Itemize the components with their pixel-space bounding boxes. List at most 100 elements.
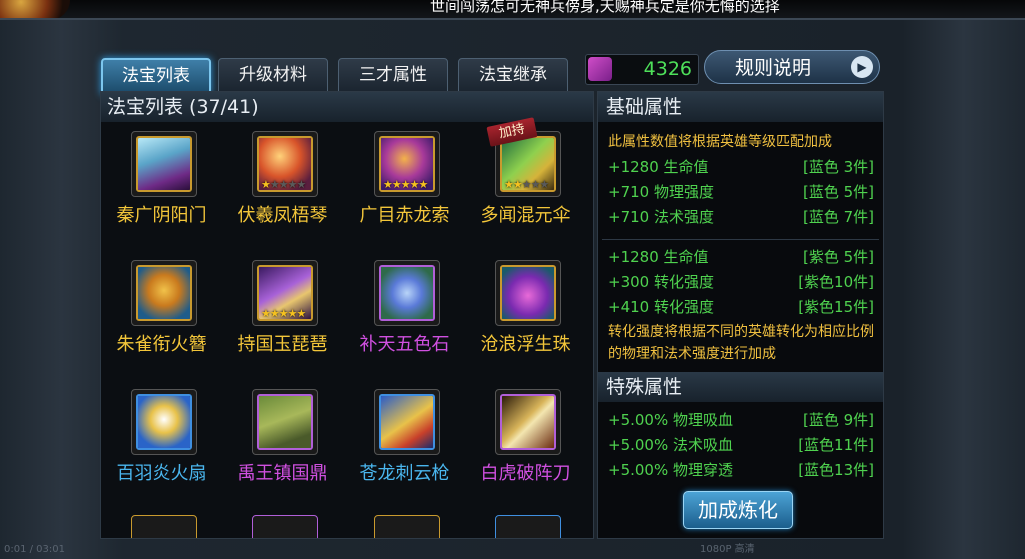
- tab-three-talents[interactable]: 三才属性: [338, 58, 448, 92]
- treasure-item[interactable]: ★★★★★ 伏羲凤梧琴: [222, 125, 343, 253]
- treasure-item[interactable]: 朱雀衔火簪: [101, 254, 222, 382]
- play-arrow-icon: ▶: [851, 56, 873, 78]
- purple-gem-icon: [588, 57, 612, 81]
- treasure-icon: [381, 267, 433, 319]
- treasure-name: 秦广阴阳门: [116, 205, 207, 226]
- treasure-frame: ★★★★★: [500, 136, 556, 192]
- currency-value: 4326: [643, 58, 692, 80]
- stat-requirement: [蓝色 5件]: [802, 183, 874, 201]
- basic-stat-row: +710 法术强度 [蓝色 7件]: [608, 205, 874, 230]
- treasure-frame: ★★★★★: [257, 265, 313, 321]
- currency-display: 4326: [585, 54, 699, 85]
- stat-requirement: [紫色10件]: [798, 273, 874, 291]
- treasure-name: 白虎破阵刀: [480, 463, 571, 484]
- treasure-slot-partial[interactable]: [374, 515, 440, 538]
- treasure-slot-partial[interactable]: [495, 515, 561, 538]
- star-icon: ★: [504, 178, 514, 191]
- star-rating: ★★★★★: [261, 178, 311, 191]
- star-icon: ★: [521, 178, 532, 191]
- treasure-slot-partial[interactable]: [131, 515, 197, 538]
- treasure-slot[interactable]: [495, 389, 561, 455]
- stat-text: +1280 生命值: [608, 248, 709, 266]
- star-icon: ★: [296, 178, 307, 191]
- stat-requirement: [蓝色 9件]: [802, 411, 874, 429]
- basic-stat-row: +1280 生命值 [蓝色 3件]: [608, 155, 874, 180]
- stat-text: +300 转化强度: [608, 273, 714, 291]
- tab-treasure-list[interactable]: 法宝列表: [101, 58, 211, 94]
- star-icon: ★: [287, 307, 298, 320]
- treasure-frame: [500, 265, 556, 321]
- scrolling-announcement: 世间闯荡怎可无神兵傍身,天赐神兵定是你无悔的选择: [430, 0, 780, 15]
- stat-requirement: [蓝色 3件]: [802, 158, 874, 176]
- star-icon: ★: [278, 178, 289, 191]
- treasure-slot[interactable]: [252, 389, 318, 455]
- rules-button[interactable]: 规则说明 ▶: [704, 50, 880, 84]
- special-attributes-title: 特殊属性: [598, 372, 883, 402]
- treasure-name: 伏羲凤梧琴: [237, 205, 328, 226]
- star-rating: ★★★★★: [504, 178, 554, 191]
- treasure-slot[interactable]: ★★★★★: [374, 131, 440, 197]
- treasure-slot-partial[interactable]: [252, 515, 318, 538]
- treasure-frame: [379, 265, 435, 321]
- stat-requirement: [紫色15件]: [798, 298, 874, 316]
- treasure-item[interactable]: ★★★★★ 加持 多闻混元伞: [465, 117, 586, 253]
- treasure-name: 持国玉琵琶: [237, 334, 328, 355]
- treasure-name: 禹王镇国鼎: [237, 463, 328, 484]
- treasure-frame: [136, 394, 192, 450]
- stat-divider: [602, 239, 879, 240]
- star-icon: ★: [278, 307, 289, 320]
- treasure-item[interactable]: 苍龙刺云枪: [344, 383, 465, 511]
- basic-attributes-note: 此属性数值将根据英雄等级匹配加成: [608, 134, 832, 150]
- conversion-note: 转化强度将根据不同的英雄转化为相应比例的物理和法术强度进行加成: [608, 324, 874, 362]
- basic-stat-row: +710 物理强度 [蓝色 5件]: [608, 180, 874, 205]
- treasure-slot[interactable]: [131, 260, 197, 326]
- stat-text: +710 法术强度: [608, 208, 714, 226]
- treasure-item[interactable]: 白虎破阵刀: [465, 383, 586, 511]
- treasure-name: 补天五色石: [359, 334, 450, 355]
- star-icon: ★: [296, 307, 307, 320]
- treasure-frame: [136, 265, 192, 321]
- treasure-item[interactable]: 禹王镇国鼎: [222, 383, 343, 511]
- treasure-item[interactable]: 沧浪浮生珠: [465, 254, 586, 382]
- tab-upgrade-materials[interactable]: 升级材料: [218, 58, 328, 92]
- stat-requirement: [蓝色13件]: [798, 461, 874, 477]
- treasure-item[interactable]: ★★★★★ 持国玉琵琶: [222, 254, 343, 382]
- treasure-slot[interactable]: [495, 260, 561, 326]
- stat-requirement: [蓝色 7件]: [802, 208, 874, 226]
- treasure-slot[interactable]: ★★★★★: [252, 131, 318, 197]
- star-icon: ★: [269, 307, 280, 320]
- stat-text: +5.00% 法术吸血: [608, 436, 733, 454]
- basic-stat-row: +410 转化强度 [紫色15件]: [608, 295, 874, 320]
- treasure-name: 多闻混元伞: [480, 205, 571, 226]
- treasure-slot[interactable]: ★★★★★ 加持: [486, 117, 561, 197]
- basic-attributes-title: 基础属性: [598, 92, 883, 122]
- treasure-slot[interactable]: [374, 260, 440, 326]
- star-icon: ★: [418, 178, 429, 191]
- banner-ornament: [0, 0, 70, 20]
- treasure-item[interactable]: 秦广阴阳门: [101, 125, 222, 253]
- treasure-slot[interactable]: [131, 131, 197, 197]
- rules-button-label: 规则说明: [735, 57, 812, 79]
- treasure-list-panel: 法宝列表 (37/41) 秦广阴阳门 ★★★★★ 伏羲凤梧琴 ★★★★★ 广目赤龙索 ★★…: [100, 91, 594, 539]
- treasure-item[interactable]: ★★★★★ 广目赤龙索: [344, 125, 465, 253]
- treasure-name: 朱雀衔火簪: [116, 334, 207, 355]
- treasure-item[interactable]: 补天五色石: [344, 254, 465, 382]
- treasure-icon: [502, 396, 554, 448]
- treasure-item[interactable]: 百羽炎火扇: [101, 383, 222, 511]
- treasure-slot[interactable]: ★★★★★: [252, 260, 318, 326]
- star-rating: ★★★★★: [383, 178, 433, 191]
- attributes-panel: 基础属性 此属性数值将根据英雄等级匹配加成 +1280 生命值 [蓝色 3件] …: [597, 91, 884, 539]
- stat-text: +410 转化强度: [608, 298, 714, 316]
- treasure-icon: [138, 138, 190, 190]
- treasure-slot[interactable]: [131, 389, 197, 455]
- tab-treasure-inherit[interactable]: 法宝继承: [458, 58, 568, 92]
- treasure-slot[interactable]: [374, 389, 440, 455]
- star-icon: ★: [269, 178, 280, 191]
- treasure-frame: ★★★★★: [257, 136, 313, 192]
- treasure-name: 百羽炎火扇: [116, 463, 207, 484]
- stat-text: +5.00% 物理穿透: [608, 461, 733, 477]
- basic-stat-row: +1280 生命值 [紫色 5件]: [608, 245, 874, 270]
- treasure-icon: [381, 396, 433, 448]
- refine-bonus-button[interactable]: 加成炼化: [683, 491, 793, 529]
- special-stat-row: +5.00% 法术吸血 [蓝色11件]: [608, 433, 874, 458]
